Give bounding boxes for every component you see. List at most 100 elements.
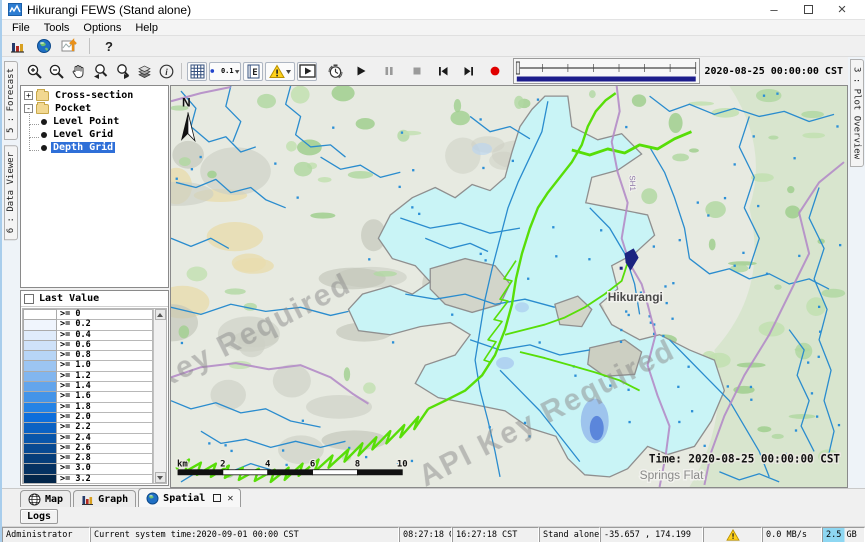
help-button[interactable]: ?: [99, 37, 119, 56]
menu-item-help[interactable]: Help: [129, 21, 164, 35]
svg-text:10: 10: [397, 460, 408, 470]
tab-plot-overview[interactable]: 3 : Plot Overview: [850, 59, 864, 167]
tab-graph-label: Graph: [98, 494, 128, 505]
tree-toggle-icon[interactable]: +: [24, 91, 33, 100]
maximize-button[interactable]: [791, 1, 825, 19]
svg-text:km: km: [177, 460, 188, 470]
folder-icon: [36, 104, 49, 114]
tab-forecast[interactable]: 5 : Forecast: [4, 61, 18, 140]
map-time-label: Time: 2020-08-25 00:00:00 CST: [649, 453, 840, 466]
status-warning-cell[interactable]: [703, 527, 762, 542]
menu-item-options[interactable]: Options: [77, 21, 127, 35]
status-user: Administrator: [2, 527, 90, 542]
animation-timer-icon[interactable]: [325, 62, 345, 81]
tree-item-pocket[interactable]: -Pocket: [22, 102, 167, 115]
layer-tree: +Cross-section-PocketLevel PointLevel Gr…: [20, 85, 169, 288]
status-coordinates: -35.657 , 174.199: [600, 527, 703, 542]
legend-swatch: [23, 360, 57, 370]
legend-row: >= 3.0: [23, 463, 153, 473]
legend-swatch: [23, 433, 57, 443]
contour-value: 0.1: [221, 67, 234, 75]
window-title: Hikurangi FEWS (Stand alone): [27, 3, 191, 17]
record-button[interactable]: [485, 62, 505, 81]
legend-row: >= 0.8: [23, 350, 153, 360]
legend-row: >= 2.2: [23, 422, 153, 432]
legend-toggle-icon[interactable]: E: [243, 62, 263, 81]
grid-toggle-icon[interactable]: [187, 62, 207, 81]
tab-graph[interactable]: Graph: [73, 490, 136, 507]
map-globe-icon[interactable]: [34, 37, 54, 56]
last-value-checkbox[interactable]: [24, 294, 34, 304]
zoom-in-icon[interactable]: [24, 62, 44, 81]
status-download-speed: 0.0 MB/s: [762, 527, 822, 542]
town-label: Hikurangi: [608, 290, 663, 304]
legend-color-scale: >= 0>= 0.2>= 0.4>= 0.6>= 0.8>= 1.0>= 1.2…: [23, 309, 153, 483]
tab-close-icon[interactable]: ✕: [227, 493, 233, 504]
pause-button[interactable]: [379, 62, 399, 81]
tab-spatial[interactable]: Spatial ✕: [138, 488, 241, 507]
svg-text:i: i: [165, 67, 168, 77]
menu-item-file[interactable]: File: [6, 21, 36, 35]
menu-item-tools[interactable]: Tools: [38, 21, 76, 35]
warnings-dropdown[interactable]: [265, 62, 295, 81]
info-icon[interactable]: i: [156, 62, 176, 81]
timeline-datetime: 2020-08-25 00:00:00 CST: [702, 66, 846, 77]
status-local-time: 16:27:18 CST: [452, 527, 539, 542]
node-bullet-icon: [41, 145, 47, 151]
pan-hand-icon[interactable]: [68, 62, 88, 81]
stop-button[interactable]: [407, 62, 427, 81]
zoom-next-icon[interactable]: [112, 62, 132, 81]
legend-row: >= 1.8: [23, 402, 153, 412]
tree-item-level-grid[interactable]: Level Grid: [22, 128, 167, 141]
timeline-period-bar: [517, 77, 696, 82]
legend-row: >= 2.8: [23, 453, 153, 463]
legend-row: >= 0: [23, 309, 153, 319]
svg-text:N: N: [182, 95, 191, 109]
tree-item-level-point[interactable]: Level Point: [22, 115, 167, 128]
spatial-display-icon[interactable]: [60, 37, 80, 56]
step-back-button[interactable]: [433, 62, 453, 81]
tab-map-label: Map: [45, 494, 63, 505]
database-icon[interactable]: [8, 37, 28, 56]
status-memory: 2.5 GB: [822, 527, 865, 542]
legend-row: >= 2.4: [23, 433, 153, 443]
tab-map[interactable]: Map: [20, 490, 71, 507]
timeline-slider[interactable]: [513, 58, 700, 84]
legend-row: >= 1.4: [23, 381, 153, 391]
map-toolbar: i 0.1 E: [20, 57, 848, 85]
step-forward-button[interactable]: [459, 62, 479, 81]
tab-data-viewer[interactable]: 6 : Data Viewer: [4, 145, 18, 240]
minimize-button[interactable]: –: [757, 1, 791, 19]
legend-swatch: [23, 443, 57, 453]
close-button[interactable]: ×: [825, 1, 859, 19]
tab-maximize-icon[interactable]: [213, 494, 221, 502]
layers-icon[interactable]: [134, 62, 154, 81]
legend-scrollbar[interactable]: [153, 309, 166, 483]
zoom-previous-icon[interactable]: [90, 62, 110, 81]
legend-value: >= 2.6: [57, 443, 153, 453]
legend-swatch: [23, 402, 57, 412]
globe-icon: [146, 492, 159, 505]
scroll-down-icon[interactable]: [155, 472, 166, 483]
map-view[interactable]: API Key Required API Key Required Hikura…: [170, 85, 848, 488]
contour-threshold-dropdown[interactable]: 0.1: [209, 62, 241, 81]
tree-item-label: Level Point: [51, 116, 121, 127]
legend-row: >= 0.4: [23, 330, 153, 340]
timeline-thumb[interactable]: [516, 62, 519, 74]
play-button[interactable]: [351, 62, 371, 81]
last-value-label: Last Value: [39, 293, 99, 304]
node-bullet-icon: [41, 132, 47, 138]
svg-text:2: 2: [220, 460, 225, 470]
legend-value: >= 1.4: [57, 381, 153, 391]
zoom-out-icon[interactable]: [46, 62, 66, 81]
scroll-up-icon[interactable]: [155, 309, 166, 320]
logs-button[interactable]: Logs: [20, 509, 58, 524]
legend-value: >= 0.2: [57, 319, 153, 329]
tree-item-cross-section[interactable]: +Cross-section: [22, 89, 167, 102]
tree-item-depth-grid[interactable]: Depth Grid: [22, 141, 167, 154]
animation-export-icon[interactable]: [297, 62, 317, 81]
folder-icon: [36, 91, 49, 101]
node-bullet-icon: [41, 119, 47, 125]
data-viewer-panel: +Cross-section-PocketLevel PointLevel Gr…: [20, 85, 170, 488]
left-tab-strip: 5 : Forecast 6 : Data Viewer: [2, 57, 20, 488]
